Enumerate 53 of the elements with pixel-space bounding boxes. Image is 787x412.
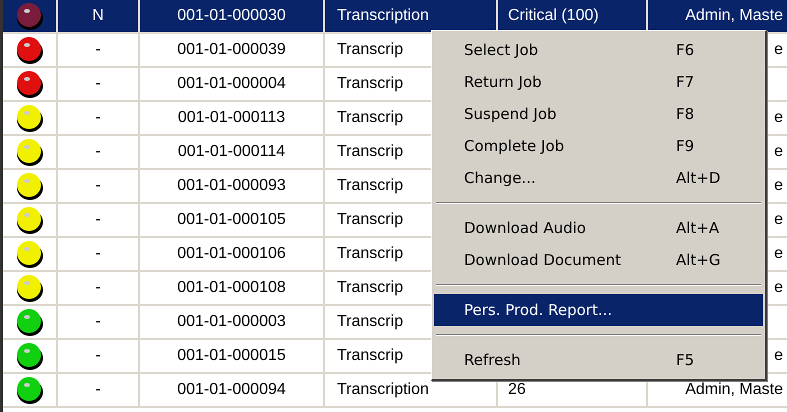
table-cell-text: Transcrip (337, 176, 404, 196)
menu-item[interactable]: Refresh F5 (434, 344, 763, 376)
table-cell-text: - (95, 312, 101, 332)
table-cell-text: Transcrip (337, 40, 404, 60)
table-cell-text: Transcrip (337, 108, 404, 128)
table-cell-text: 001-01-000113 (178, 108, 286, 128)
table-cell-text: e (774, 210, 783, 230)
table-cell-text: 001-01-000003 (177, 312, 286, 332)
table-cell-text: Critical (100) (508, 6, 599, 26)
table-cell-text: e (774, 244, 783, 264)
table-cell-text: 001-01-000094 (177, 380, 286, 400)
table-cell-text: 001-01-000105 (177, 210, 286, 230)
table-cell-text: e (774, 40, 783, 60)
table-cell-text: 001-01-000015 (177, 346, 286, 366)
table-cell-text: 001-01-000106 (177, 244, 286, 264)
table-cell-text: e (774, 108, 783, 128)
table-cell-text: Transcrip (337, 74, 404, 94)
table-cell-text: - (95, 108, 101, 128)
table-cell-text: - (95, 142, 101, 162)
table-cell-text: N (92, 6, 104, 26)
table-cell-text: e (774, 278, 783, 298)
menu-item[interactable]: Pers. Prod. Report... (434, 294, 763, 326)
table-cell-text: e (774, 346, 783, 366)
table-cell-text: - (95, 210, 101, 230)
menu-item[interactable]: Return Job F7 (434, 66, 763, 98)
table-cell-text: - (95, 176, 101, 196)
table-cell-text: Admin, Maste (685, 6, 783, 26)
table-cell-text: Transcrip (337, 142, 404, 162)
table-cell-text: e (774, 176, 783, 196)
table-cell-text: - (95, 40, 101, 60)
table-cell-text: Transcrip (337, 210, 404, 230)
table-row[interactable]: N 001-01-000030 Transcription Critical (100) Admin, Maste (3, 0, 787, 34)
table-cell-text: Admin, Maste (685, 380, 783, 400)
table-cell-text: Transcription (337, 380, 429, 400)
table-cell-text: - (95, 278, 101, 298)
table-cell-text: Transcrip (337, 312, 404, 332)
table-cell-text: Transcrip (337, 278, 404, 298)
table-cell-text: 001-01-000093 (177, 176, 286, 196)
table-cell-text: e (774, 142, 783, 162)
table-cell-text: 001-01-000039 (177, 40, 286, 60)
table-cell-text: Transcrip (337, 244, 404, 264)
table-cell-text: - (95, 346, 101, 366)
table-cell-text: 001-01-000114 (178, 142, 286, 162)
table-cell-text: - (95, 74, 101, 94)
table-cell-text: Transcrip (337, 346, 404, 366)
table-cell-text: Transcription (337, 6, 429, 26)
table-cell-text: 001-01-000030 (177, 6, 286, 26)
table-cell-text: 001-01-000108 (177, 278, 286, 298)
menu-item[interactable]: Select Job F6 (434, 34, 763, 66)
table-cell-text: - (95, 380, 101, 400)
table-cell-text: 26 (508, 380, 526, 400)
table-cell-text: - (95, 244, 101, 264)
table-cell-text: 001-01-000004 (177, 74, 286, 94)
